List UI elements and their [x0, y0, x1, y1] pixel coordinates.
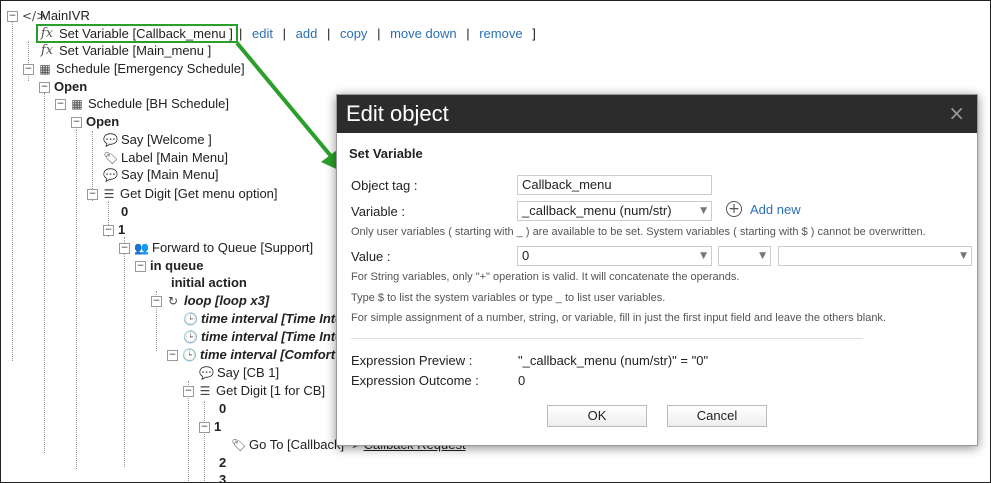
operand-select[interactable]: ▼	[778, 246, 972, 266]
string-note: For String variables, only "+" operation…	[351, 271, 740, 283]
close-icon[interactable]: ×	[948, 101, 965, 125]
chevron-down-icon: ▼	[700, 206, 707, 216]
app-frame: − </> MainIVR fx Set Variable [Callback_…	[0, 0, 991, 483]
expression-outcome-label: Expression Outcome :	[351, 373, 479, 388]
simple-assign-note: For simple assignment of a number, strin…	[351, 312, 886, 324]
expression-preview-value: "_callback_menu (num/str)" = "0"	[518, 353, 709, 368]
add-new-label: Add new	[750, 201, 801, 217]
type-note: Type $ to list the system variables or t…	[351, 292, 666, 304]
divider	[351, 338, 863, 339]
cancel-button[interactable]: Cancel	[667, 405, 767, 427]
value-select-value: 0	[522, 248, 530, 263]
dialog-header: Edit object ×	[337, 95, 977, 133]
edit-object-dialog: Edit object × Set Variable Object tag : …	[336, 94, 978, 446]
operator-select[interactable]: ▼	[718, 246, 771, 266]
variable-label: Variable :	[351, 204, 405, 219]
arrow-shaft	[235, 41, 337, 163]
chevron-down-icon: ▼	[700, 251, 707, 261]
user-vars-note: Only user variables ( starting with _ ) …	[351, 226, 926, 238]
expression-preview-label: Expression Preview :	[351, 353, 473, 368]
object-tag-input[interactable]: Callback_menu	[517, 175, 712, 195]
dialog-subtitle: Set Variable	[349, 146, 423, 161]
object-tag-label: Object tag :	[351, 178, 418, 193]
ok-button[interactable]: OK	[547, 405, 647, 427]
value-select[interactable]: 0 ▼	[517, 246, 712, 266]
chevron-down-icon: ▼	[759, 251, 766, 261]
variable-select[interactable]: _callback_menu (num/str) ▼	[517, 201, 712, 221]
add-new-button[interactable]: + Add new	[726, 201, 801, 217]
value-label: Value :	[351, 249, 391, 264]
variable-select-value: _callback_menu (num/str)	[522, 203, 672, 218]
expression-outcome-value: 0	[518, 373, 526, 388]
dialog-title: Edit object	[346, 101, 449, 126]
plus-circle-icon: +	[726, 201, 742, 217]
dialog-body: Set Variable Object tag : Callback_menu …	[337, 133, 977, 445]
chevron-down-icon: ▼	[960, 251, 967, 261]
